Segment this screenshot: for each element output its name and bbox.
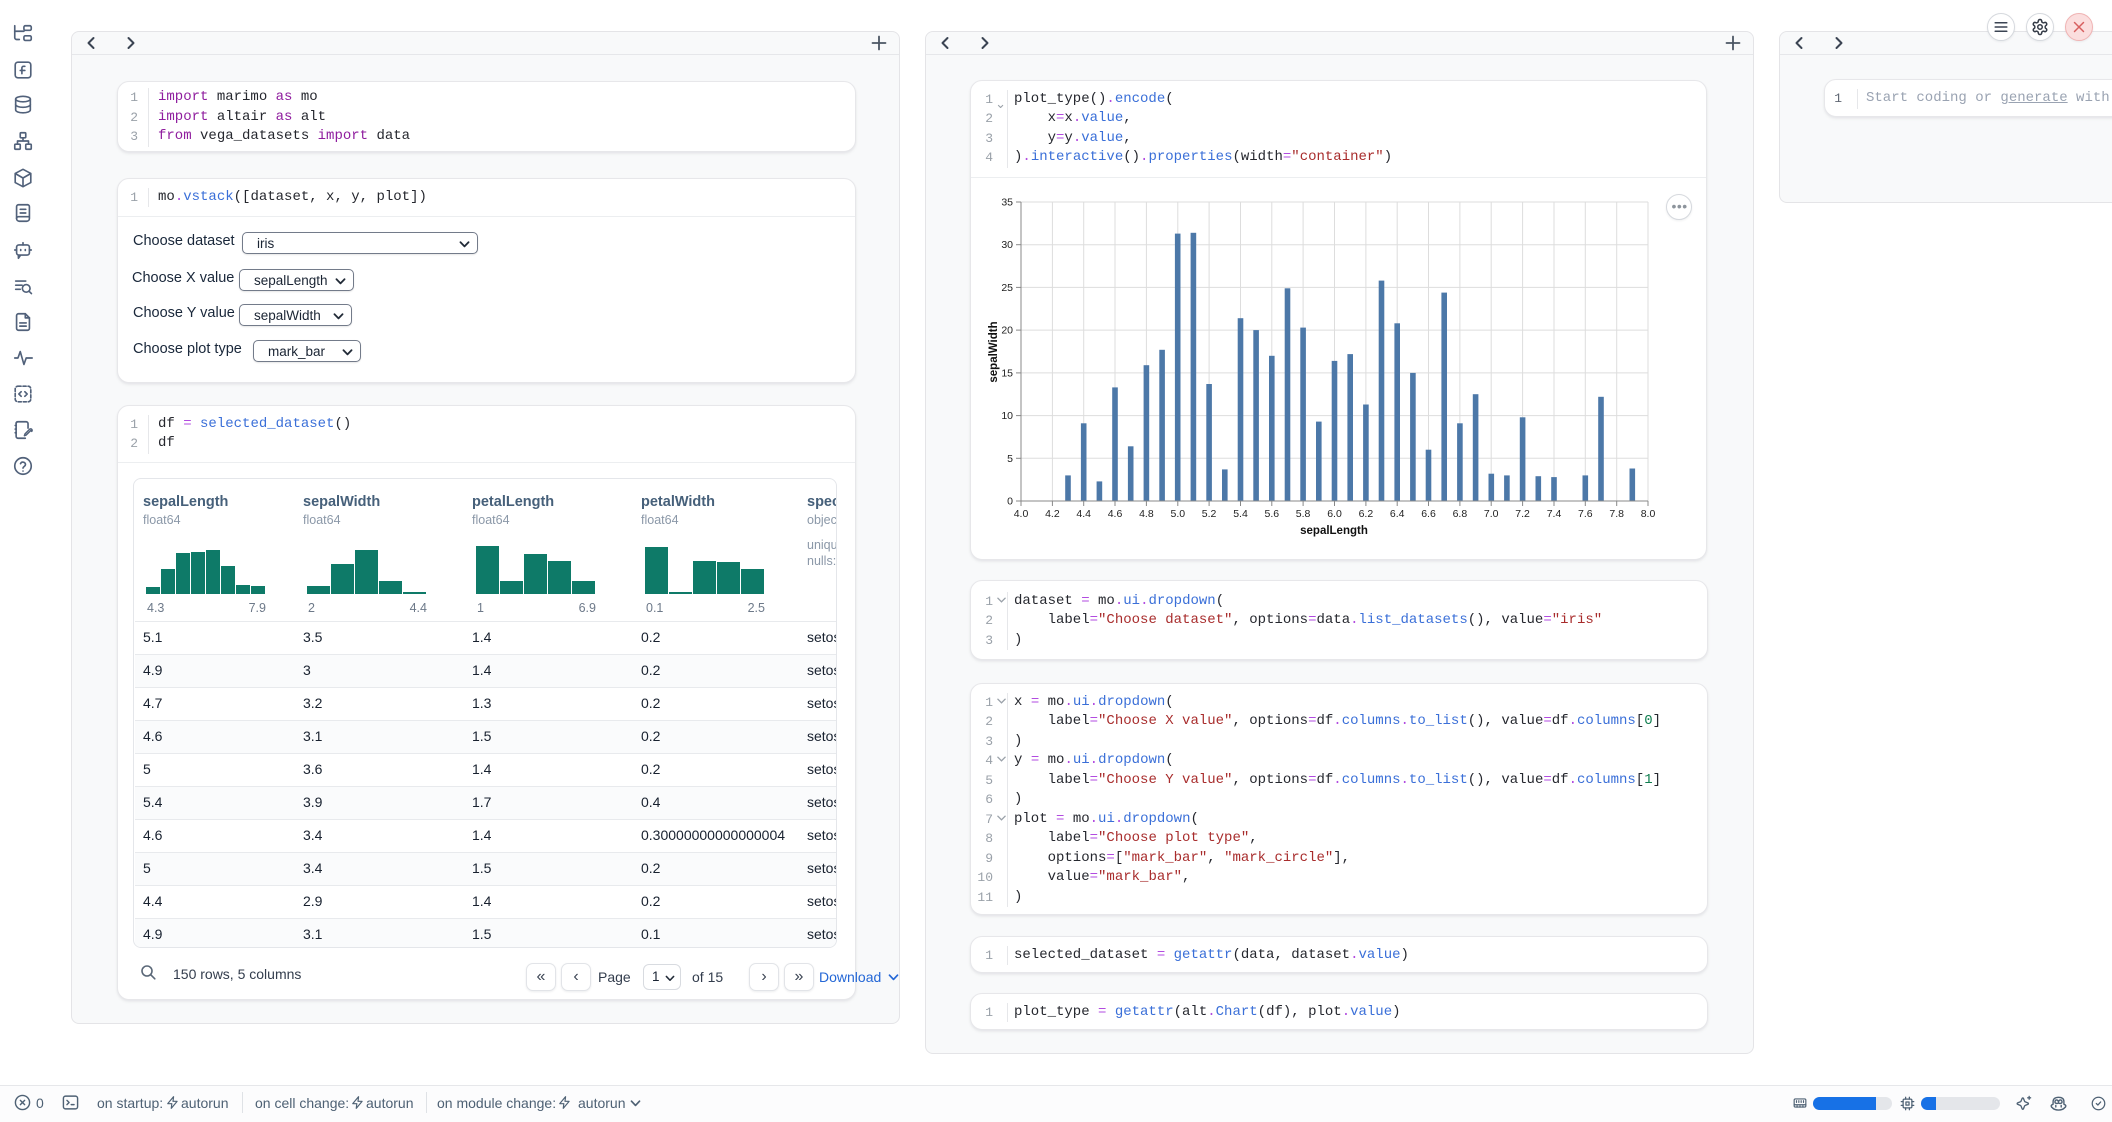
svg-text:4.6: 4.6 bbox=[1108, 508, 1123, 520]
svg-text:5.0: 5.0 bbox=[1170, 508, 1185, 520]
svg-text:5.2: 5.2 bbox=[1202, 508, 1217, 520]
svg-text:6.2: 6.2 bbox=[1359, 508, 1374, 520]
svg-text:sepalLength: sepalLength bbox=[1300, 525, 1368, 537]
svg-text:30: 30 bbox=[1001, 239, 1013, 251]
svg-text:5.6: 5.6 bbox=[1264, 508, 1279, 520]
svg-text:0: 0 bbox=[1007, 496, 1013, 508]
svg-text:10: 10 bbox=[1001, 410, 1013, 422]
svg-text:7.8: 7.8 bbox=[1609, 508, 1624, 520]
svg-text:6.0: 6.0 bbox=[1327, 508, 1342, 520]
svg-text:7.6: 7.6 bbox=[1578, 508, 1593, 520]
svg-text:4.2: 4.2 bbox=[1045, 508, 1060, 520]
svg-text:8.0: 8.0 bbox=[1641, 508, 1656, 520]
svg-text:5.8: 5.8 bbox=[1296, 508, 1311, 520]
svg-text:5.4: 5.4 bbox=[1233, 508, 1248, 520]
svg-text:4.0: 4.0 bbox=[1014, 508, 1029, 520]
svg-text:7.2: 7.2 bbox=[1515, 508, 1530, 520]
svg-text:6.8: 6.8 bbox=[1453, 508, 1468, 520]
svg-text:4.8: 4.8 bbox=[1139, 508, 1154, 520]
svg-text:25: 25 bbox=[1001, 282, 1013, 294]
svg-text:6.6: 6.6 bbox=[1421, 508, 1436, 520]
svg-text:4.4: 4.4 bbox=[1076, 508, 1091, 520]
svg-text:7.0: 7.0 bbox=[1484, 508, 1499, 520]
svg-text:5: 5 bbox=[1007, 453, 1013, 465]
svg-text:6.4: 6.4 bbox=[1390, 508, 1405, 520]
svg-text:7.4: 7.4 bbox=[1547, 508, 1562, 520]
svg-text:sepalWidth: sepalWidth bbox=[988, 321, 1000, 382]
svg-text:35: 35 bbox=[1001, 197, 1013, 209]
svg-text:20: 20 bbox=[1001, 325, 1013, 337]
svg-text:15: 15 bbox=[1001, 367, 1013, 379]
